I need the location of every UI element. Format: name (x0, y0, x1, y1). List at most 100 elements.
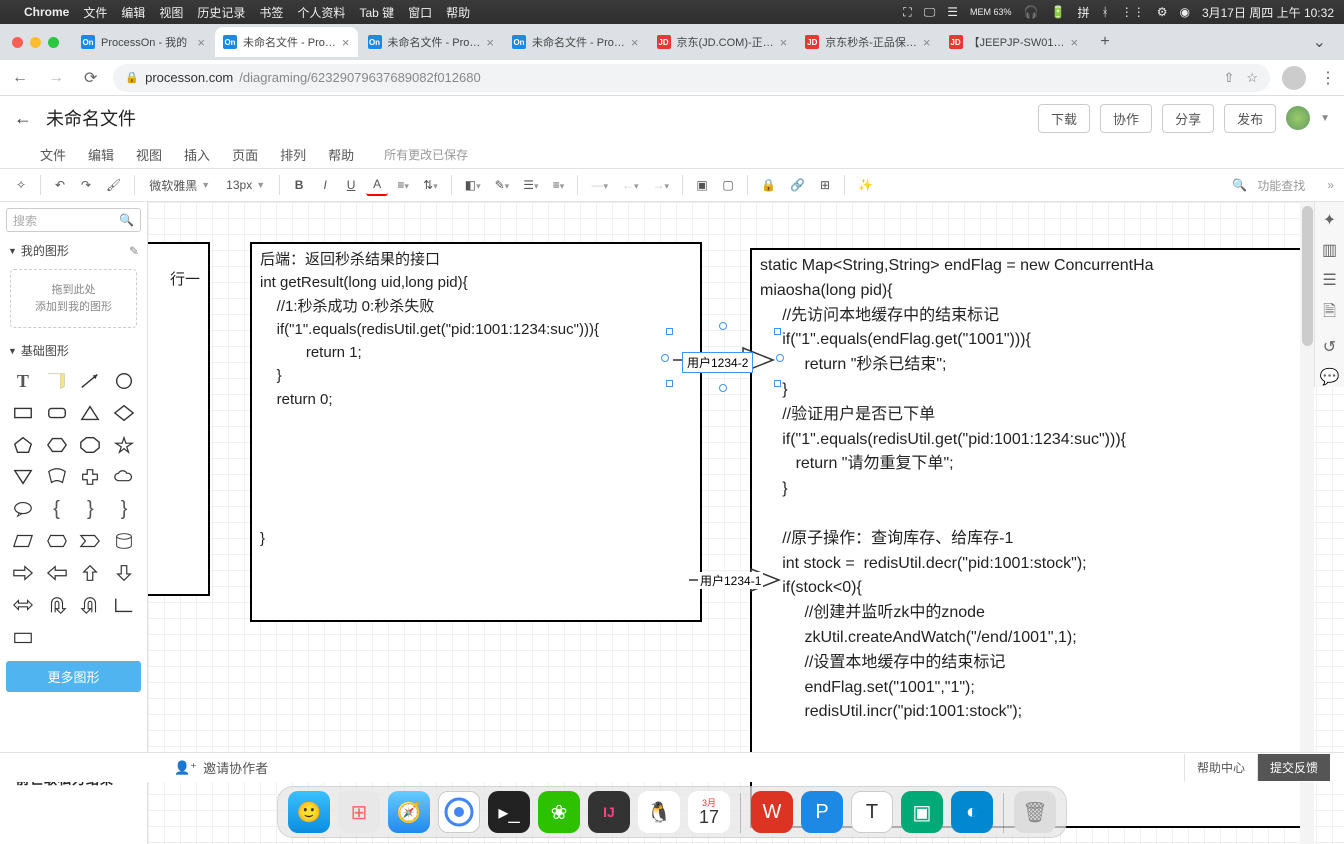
fill-color-button[interactable]: ◧▾ (460, 175, 486, 195)
menu-help[interactable]: 帮助 (328, 145, 354, 164)
shape-search-input[interactable]: 搜索🔍 (6, 208, 141, 232)
tab-close-icon[interactable]: × (1070, 35, 1078, 50)
basic-shapes-header[interactable]: ▼ 基础图形 (0, 338, 147, 363)
collapse-panel-icon[interactable]: » (1327, 178, 1334, 192)
mac-menu-history[interactable]: 历史记录 (197, 4, 245, 21)
circle-shape[interactable] (109, 367, 139, 395)
invtriangle-shape[interactable] (8, 463, 38, 491)
browser-tab[interactable]: On未命名文件 - Pro…× (504, 27, 647, 57)
dock-finder-icon[interactable]: 🙂 (288, 791, 330, 833)
dock-calendar-icon[interactable]: 3月17 (688, 791, 730, 833)
tab-close-icon[interactable]: × (923, 35, 931, 50)
invite-collaborator-button[interactable]: 👤⁺ 邀请协作者 (174, 758, 268, 777)
outline-icon[interactable]: ☰ (1322, 270, 1336, 290)
bring-front-button[interactable]: ▣ (691, 175, 713, 195)
new-tab-button[interactable]: + (1092, 29, 1118, 55)
connector-label-2[interactable]: 用户1234-1 (698, 572, 763, 589)
headphones-icon[interactable]: 🎧 (1024, 5, 1039, 19)
dock-qq-icon[interactable]: 🐧 (638, 791, 680, 833)
send-back-button[interactable]: ▢ (717, 175, 739, 195)
text-color-button[interactable]: A (366, 174, 388, 196)
mac-menu-view[interactable]: 视图 (159, 4, 183, 21)
mem-indicator[interactable]: MEM 63% (970, 8, 1012, 17)
link-button[interactable]: 🔗 (785, 175, 810, 195)
mac-menu-edit[interactable]: 编辑 (121, 4, 145, 21)
diagram-node-partial[interactable]: 行一 (148, 242, 210, 596)
align-button[interactable]: ≡▾ (392, 175, 414, 195)
menu-view[interactable]: 视图 (136, 145, 162, 164)
page-icon[interactable]: 🗎 (1323, 300, 1336, 327)
tab-close-icon[interactable]: × (486, 35, 494, 50)
tab-dropdown-icon[interactable]: ⌄ (1303, 32, 1336, 52)
hexagon2-shape[interactable] (42, 527, 72, 555)
dock-wps-icon[interactable]: W (751, 791, 793, 833)
connector-label-1[interactable]: 用户1234-2 (682, 352, 753, 373)
publish-button[interactable]: 发布 (1224, 104, 1276, 133)
border-style-button[interactable]: ☰▾ (518, 175, 543, 195)
roundrect-shape[interactable] (42, 399, 72, 427)
dock-terminal-icon[interactable]: ▸_ (488, 791, 530, 833)
parallelogram-shape[interactable] (8, 527, 38, 555)
back-button[interactable]: ← (8, 69, 32, 87)
fan-shape[interactable] (42, 463, 72, 491)
arrow-left-shape[interactable] (42, 559, 72, 587)
hexagon-shape[interactable] (42, 431, 72, 459)
corner-shape[interactable] (109, 591, 139, 619)
tab-close-icon[interactable]: × (780, 35, 788, 50)
cylinder-shape[interactable] (109, 527, 139, 555)
lock-button[interactable]: 🔒 (756, 175, 781, 195)
menu-edit[interactable]: 编辑 (88, 145, 114, 164)
user-avatar[interactable] (1286, 106, 1310, 130)
my-shapes-header[interactable]: ▼ 我的图形 ✎ (0, 238, 147, 263)
ime-icon[interactable]: 拼 (1077, 4, 1089, 21)
display-icon[interactable]: 🖵 (924, 5, 936, 20)
rect-shape[interactable] (8, 399, 38, 427)
note-shape[interactable] (42, 367, 72, 395)
connector-button[interactable]: —▾ (586, 175, 613, 195)
bluetooth-icon[interactable]: ᚼ (1101, 5, 1108, 19)
group-button[interactable]: ⊞ (814, 175, 836, 195)
chrome-menu-icon[interactable]: ⋮ (1320, 68, 1336, 88)
cross-shape[interactable] (76, 463, 106, 491)
uturn-shape[interactable] (42, 591, 72, 619)
dock-safari-icon[interactable]: 🧭 (388, 791, 430, 833)
font-size-select[interactable]: 13px▼ (220, 176, 271, 194)
siri-icon[interactable]: ◉ (1179, 5, 1189, 19)
menu-arrange[interactable]: 排列 (280, 145, 306, 164)
browser-tab[interactable]: OnProcessOn - 我的× (73, 27, 213, 57)
line-spacing-button[interactable]: ⇅▾ (418, 175, 443, 195)
border-color-button[interactable]: ✎▾ (490, 175, 515, 195)
diagram-node-getresult[interactable]: 后端：返回秒杀结果的接口 int getResult(long uid,long… (250, 242, 702, 622)
screen-icon[interactable]: ⛶ (903, 5, 911, 20)
layers-icon[interactable]: ▥ (1322, 240, 1337, 260)
bold-button[interactable]: B (288, 175, 310, 195)
tab-close-icon[interactable]: × (631, 35, 639, 50)
window-controls[interactable] (12, 37, 59, 48)
diagram-canvas[interactable]: 行一 后端：返回秒杀结果的接口 int getResult(long uid,l… (148, 202, 1344, 844)
triangle-shape[interactable] (76, 399, 106, 427)
arrow-end-button[interactable]: →▾ (648, 175, 675, 195)
feedback-button[interactable]: 提交反馈 (1257, 754, 1330, 781)
arrow-down-shape[interactable] (109, 559, 139, 587)
wifi-extra-icon[interactable]: ☰ (947, 5, 958, 19)
undo-button[interactable]: ↶ (49, 175, 71, 195)
tab-close-icon[interactable]: × (342, 35, 350, 50)
share-button[interactable]: 分享 (1162, 104, 1214, 133)
navigator-icon[interactable]: ✦ (1323, 210, 1336, 230)
address-bar[interactable]: 🔒 processon.com/diagraming/6232907963768… (113, 64, 1270, 92)
mac-menu-bookmarks[interactable]: 书签 (259, 4, 283, 21)
uturn2-shape[interactable] (76, 591, 106, 619)
mac-menu-profile[interactable]: 个人资料 (297, 4, 345, 21)
help-center-button[interactable]: 帮助中心 (1184, 754, 1257, 781)
brace-right-shape[interactable]: } (76, 495, 106, 523)
mac-app-name[interactable]: Chrome (24, 5, 69, 19)
format-paint-icon[interactable]: 🖌 (101, 175, 126, 195)
arrow-right-shape[interactable] (8, 559, 38, 587)
profile-avatar[interactable] (1282, 66, 1306, 90)
browser-tab[interactable]: JD京东秒杀-正品保…× (797, 27, 938, 57)
card-shape[interactable] (8, 623, 38, 651)
text-shape[interactable]: T (8, 367, 38, 395)
tab-close-icon[interactable]: × (197, 35, 205, 50)
mac-menu-window[interactable]: 窗口 (408, 4, 432, 21)
shape-drop-zone[interactable]: 拖到此处添加到我的图形 (10, 269, 137, 328)
